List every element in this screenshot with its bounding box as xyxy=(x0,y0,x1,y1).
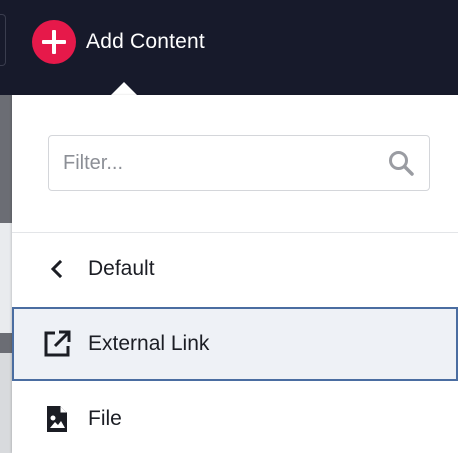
plus-circle-icon[interactable] xyxy=(32,20,76,64)
menu-item-label: External Link xyxy=(88,332,210,355)
add-content-flyout: Default External Link Fil xyxy=(12,95,458,453)
external-link-icon xyxy=(42,329,72,359)
background-band xyxy=(0,223,12,333)
back-item-label: Default xyxy=(88,257,155,280)
add-content-button[interactable]: Add Content xyxy=(32,20,205,64)
flyout-caret xyxy=(110,82,138,96)
background-page-strip xyxy=(0,95,12,453)
menu-item-label: File xyxy=(88,407,122,430)
filter-box xyxy=(48,135,430,191)
header-left-edge xyxy=(0,14,6,66)
app-root: Add Content Default xyxy=(0,0,458,453)
top-header-bar: Add Content xyxy=(0,0,458,96)
chevron-left-icon xyxy=(42,254,72,284)
file-image-icon xyxy=(42,404,72,434)
add-content-label: Add Content xyxy=(86,30,205,53)
back-to-default-item[interactable]: Default xyxy=(12,233,458,305)
background-band-lower xyxy=(0,353,12,453)
menu-item-file[interactable]: File xyxy=(12,383,458,453)
filter-input[interactable] xyxy=(49,136,379,190)
search-icon[interactable] xyxy=(387,149,415,177)
menu-item-external-link[interactable]: External Link xyxy=(12,307,458,381)
